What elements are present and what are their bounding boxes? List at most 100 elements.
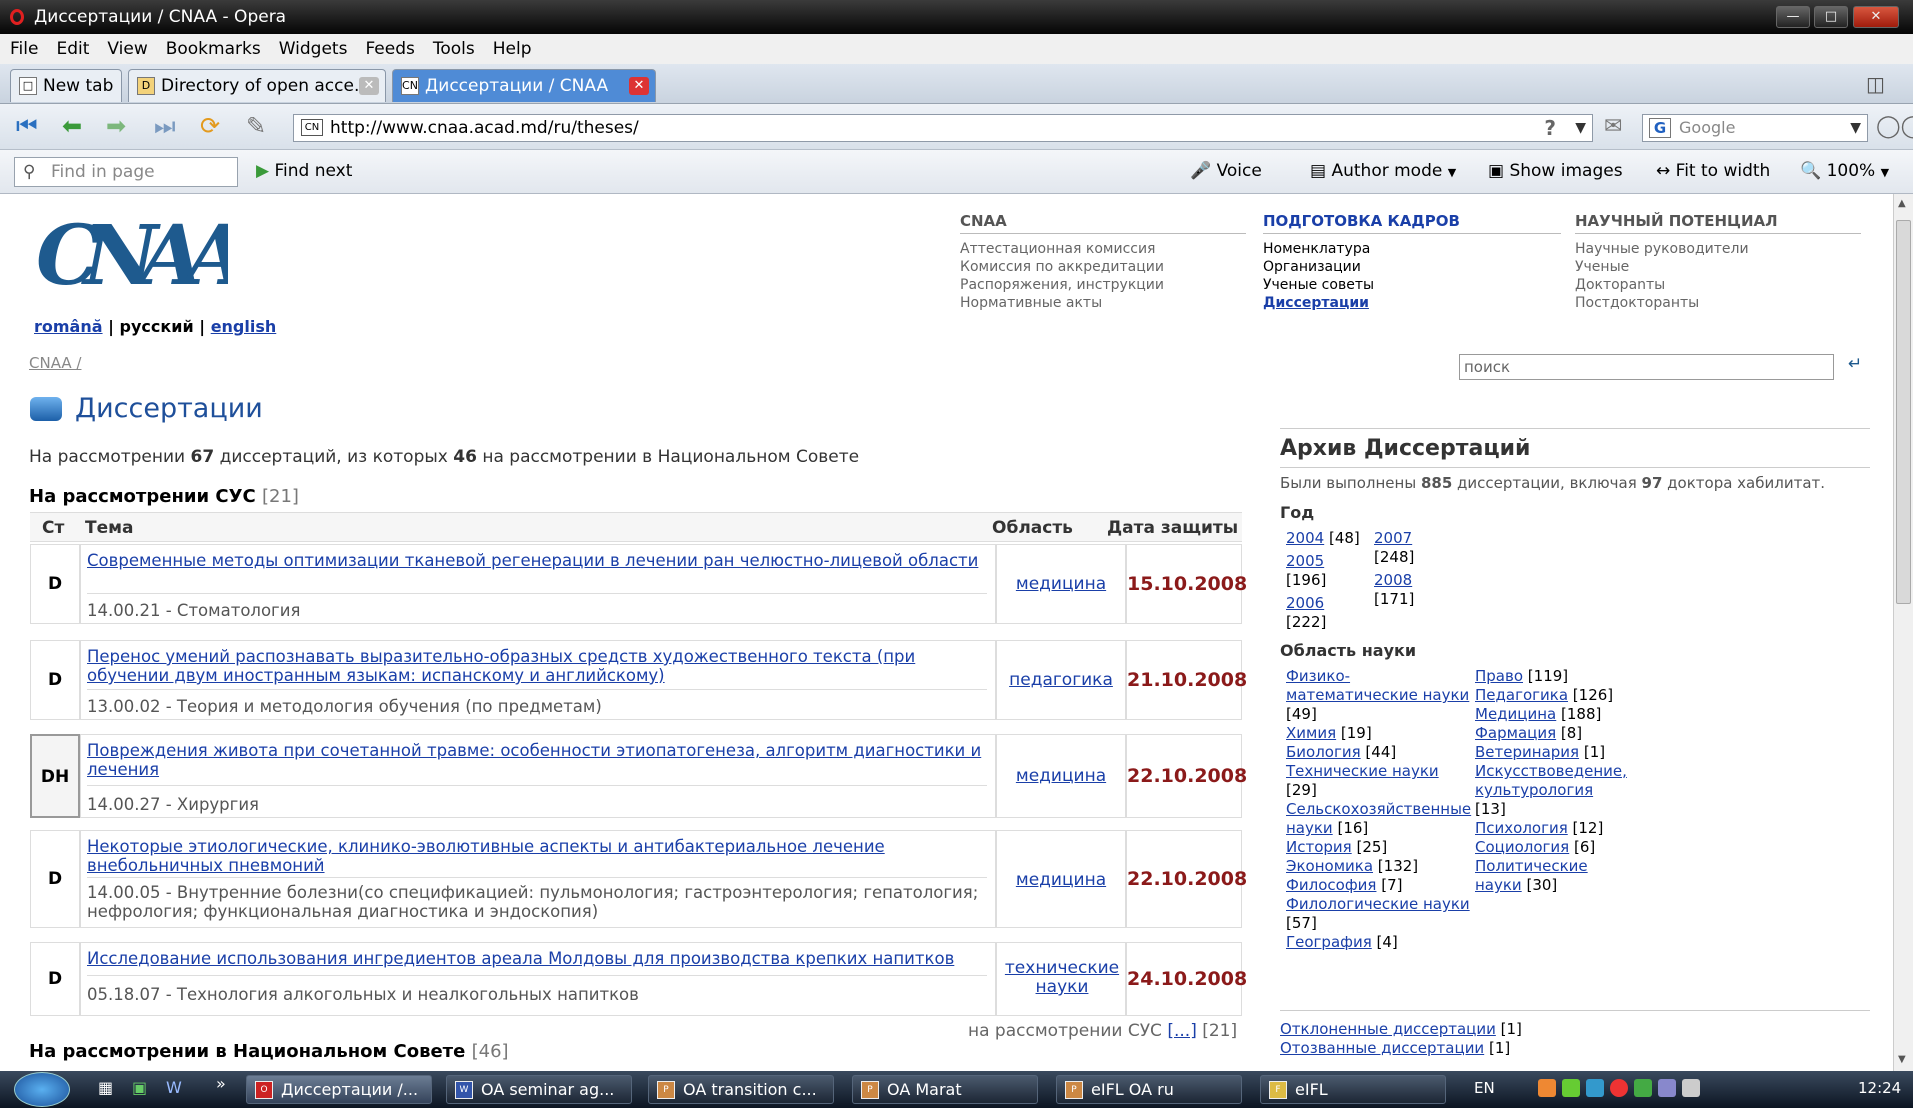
year-link[interactable]: 2004	[1286, 529, 1324, 547]
area-link[interactable]: медицина	[997, 871, 1125, 890]
find-next-button[interactable]: ▶ Find next	[256, 161, 352, 181]
menu-tools[interactable]: Tools	[433, 39, 475, 59]
menu-link[interactable]: Постдокторанты	[1575, 294, 1861, 312]
taskbar-item-doc2[interactable]: P OA Marat	[852, 1075, 1038, 1104]
fit-to-width-button[interactable]: ↔ Fit to width	[1656, 161, 1770, 181]
address-bar[interactable]: CN http://www.cnaa.acad.md/ru/theses/ ? …	[293, 114, 1593, 142]
area-link[interactable]: медицина	[997, 575, 1125, 594]
menu-widgets[interactable]: Widgets	[279, 39, 348, 59]
tab-new[interactable]: □ New tab	[10, 69, 122, 102]
quicklaunch-more-icon[interactable]: »	[216, 1074, 226, 1093]
field-link[interactable]: Философия	[1286, 876, 1376, 894]
thesis-link[interactable]: Повреждения живота при сочетанной травме…	[87, 741, 997, 779]
scroll-down-icon[interactable]: ▼	[1898, 1054, 1906, 1065]
tray-icon[interactable]	[1586, 1079, 1604, 1097]
edit-icon[interactable]: ✎	[246, 114, 266, 138]
field-link[interactable]: Искусствоведение, культурология	[1475, 762, 1627, 799]
lang-romanian-link[interactable]: română	[34, 317, 103, 336]
taskbar-item-doc1[interactable]: W OA seminar ag...	[446, 1075, 632, 1104]
field-link[interactable]: Филологические науки	[1286, 895, 1470, 913]
tray-icon[interactable]	[1634, 1079, 1652, 1097]
web-search-input[interactable]: G Google ▼	[1642, 114, 1868, 142]
search-submit-icon[interactable]: ↵	[1848, 354, 1862, 374]
year-link[interactable]: 2007	[1374, 529, 1412, 547]
field-link[interactable]: Биология	[1286, 743, 1361, 761]
vertical-scrollbar[interactable]: ▲ ▼	[1893, 194, 1913, 1071]
zoom-control[interactable]: 🔍 100% ▼	[1800, 161, 1889, 181]
show-images-button[interactable]: ▣ Show images	[1488, 161, 1623, 181]
menu-bookmarks[interactable]: Bookmarks	[166, 39, 261, 59]
menu-link[interactable]: Научные руководители	[1575, 240, 1861, 258]
field-link[interactable]: Педагогика	[1475, 686, 1568, 704]
area-link[interactable]: педагогика	[997, 671, 1125, 690]
trash-icon[interactable]: ◫	[1866, 72, 1885, 96]
lang-english-link[interactable]: english	[211, 317, 277, 336]
menu-edit[interactable]: Edit	[56, 39, 89, 59]
field-link[interactable]: Фармация	[1475, 724, 1556, 742]
thesis-link[interactable]: Современные методы оптимизации тканевой …	[87, 551, 987, 570]
scrollbar-thumb[interactable]	[1896, 220, 1911, 604]
close-tab-icon[interactable]: ✕	[359, 77, 379, 95]
field-link[interactable]: Сельскохозяйственные науки	[1286, 800, 1471, 837]
menu-link-theses-active[interactable]: Диссертации	[1263, 294, 1561, 312]
rewind-icon[interactable]: ⏮	[16, 114, 38, 138]
menu-link[interactable]: Ученые	[1575, 258, 1861, 276]
thesis-link[interactable]: Некоторые этиологические, клинико-эволют…	[87, 837, 987, 875]
field-link[interactable]: Социология	[1475, 838, 1569, 856]
area-link[interactable]: технические науки	[1003, 959, 1121, 997]
show-desktop-icon[interactable]: ▦	[98, 1078, 113, 1097]
menu-link[interactable]: Комиссия по аккредитации	[960, 258, 1246, 276]
menu-link[interactable]: Распоряжения, инструкции	[960, 276, 1246, 294]
menu-help[interactable]: Help	[493, 39, 532, 59]
close-window-button[interactable]: ✕	[1853, 6, 1899, 28]
menu-link[interactable]: Организации	[1263, 258, 1561, 276]
voice-button[interactable]: 🎤 Voice	[1190, 161, 1262, 181]
mail-icon[interactable]: ✉	[1604, 114, 1622, 139]
year-link[interactable]: 2005	[1286, 552, 1324, 570]
taskbar-item-doc3[interactable]: PeIFL OA ru	[1056, 1075, 1242, 1104]
rejected-theses-link[interactable]: Отклоненные диссертации	[1280, 1020, 1496, 1038]
author-mode-button[interactable]: ▤ Author mode ▼	[1310, 161, 1456, 181]
taskbar-item-opera[interactable]: O Диссертации /...	[246, 1075, 432, 1104]
network-icon[interactable]	[1658, 1079, 1676, 1097]
fast-forward-icon[interactable]: ⏭	[154, 114, 176, 138]
menu-link[interactable]: Аттестационная комиссия	[960, 240, 1246, 258]
reload-icon[interactable]: ⟳	[200, 114, 220, 138]
field-link[interactable]: Право	[1475, 667, 1523, 685]
cnaa-logo-icon[interactable]: CNAA	[28, 208, 228, 296]
field-link[interactable]: Технические науки	[1286, 762, 1439, 780]
minimize-button[interactable]: —	[1776, 6, 1810, 28]
menu-link[interactable]: Нормативные акты	[960, 294, 1246, 312]
word-icon[interactable]: W	[166, 1078, 182, 1097]
field-link[interactable]: Химия	[1286, 724, 1336, 742]
menu-link[interactable]: Номенклатура	[1263, 240, 1561, 258]
withdrawn-theses-link[interactable]: Отозванные диссертации	[1280, 1039, 1484, 1057]
menu-feeds[interactable]: Feeds	[365, 39, 414, 59]
menu-link[interactable]: Доктораnты	[1575, 276, 1861, 294]
find-in-page-input[interactable]: ⚲ Find in page	[14, 157, 238, 187]
tab-active[interactable]: CN Диссертации / CNAA ✕	[392, 69, 656, 102]
field-link[interactable]: Физико-математические науки	[1286, 667, 1469, 704]
tray-icon[interactable]	[1562, 1079, 1580, 1097]
input-language[interactable]: EN	[1474, 1079, 1495, 1097]
menu-col-heading[interactable]: ПОДГОТОВКА КАДРОВ	[1263, 212, 1561, 234]
tab-directory[interactable]: D Directory of open acce... ✕	[128, 69, 386, 102]
field-link[interactable]: География	[1286, 933, 1372, 951]
thesis-link[interactable]: Перенос умений распознавать выразительно…	[87, 647, 987, 685]
close-tab-icon[interactable]: ✕	[629, 77, 649, 95]
field-link[interactable]: История	[1286, 838, 1352, 856]
year-link[interactable]: 2008	[1374, 571, 1412, 589]
menu-link[interactable]: Ученые советы	[1263, 276, 1561, 294]
area-link[interactable]: медицина	[997, 767, 1125, 786]
field-link[interactable]: Ветеринария	[1475, 743, 1579, 761]
volume-icon[interactable]	[1682, 1079, 1700, 1097]
binoculars-icon[interactable]: ◯◯	[1876, 114, 1913, 139]
tray-icon[interactable]	[1610, 1079, 1628, 1097]
chevron-down-icon[interactable]: ▼	[1850, 115, 1861, 141]
field-link[interactable]: Психология	[1475, 819, 1568, 837]
menu-view[interactable]: View	[107, 39, 147, 59]
start-button[interactable]	[14, 1072, 70, 1107]
help-icon[interactable]: ?	[1544, 115, 1556, 141]
thesis-link[interactable]: Исследование использования ингредиентов …	[87, 949, 987, 968]
year-link[interactable]: 2006	[1286, 594, 1324, 612]
